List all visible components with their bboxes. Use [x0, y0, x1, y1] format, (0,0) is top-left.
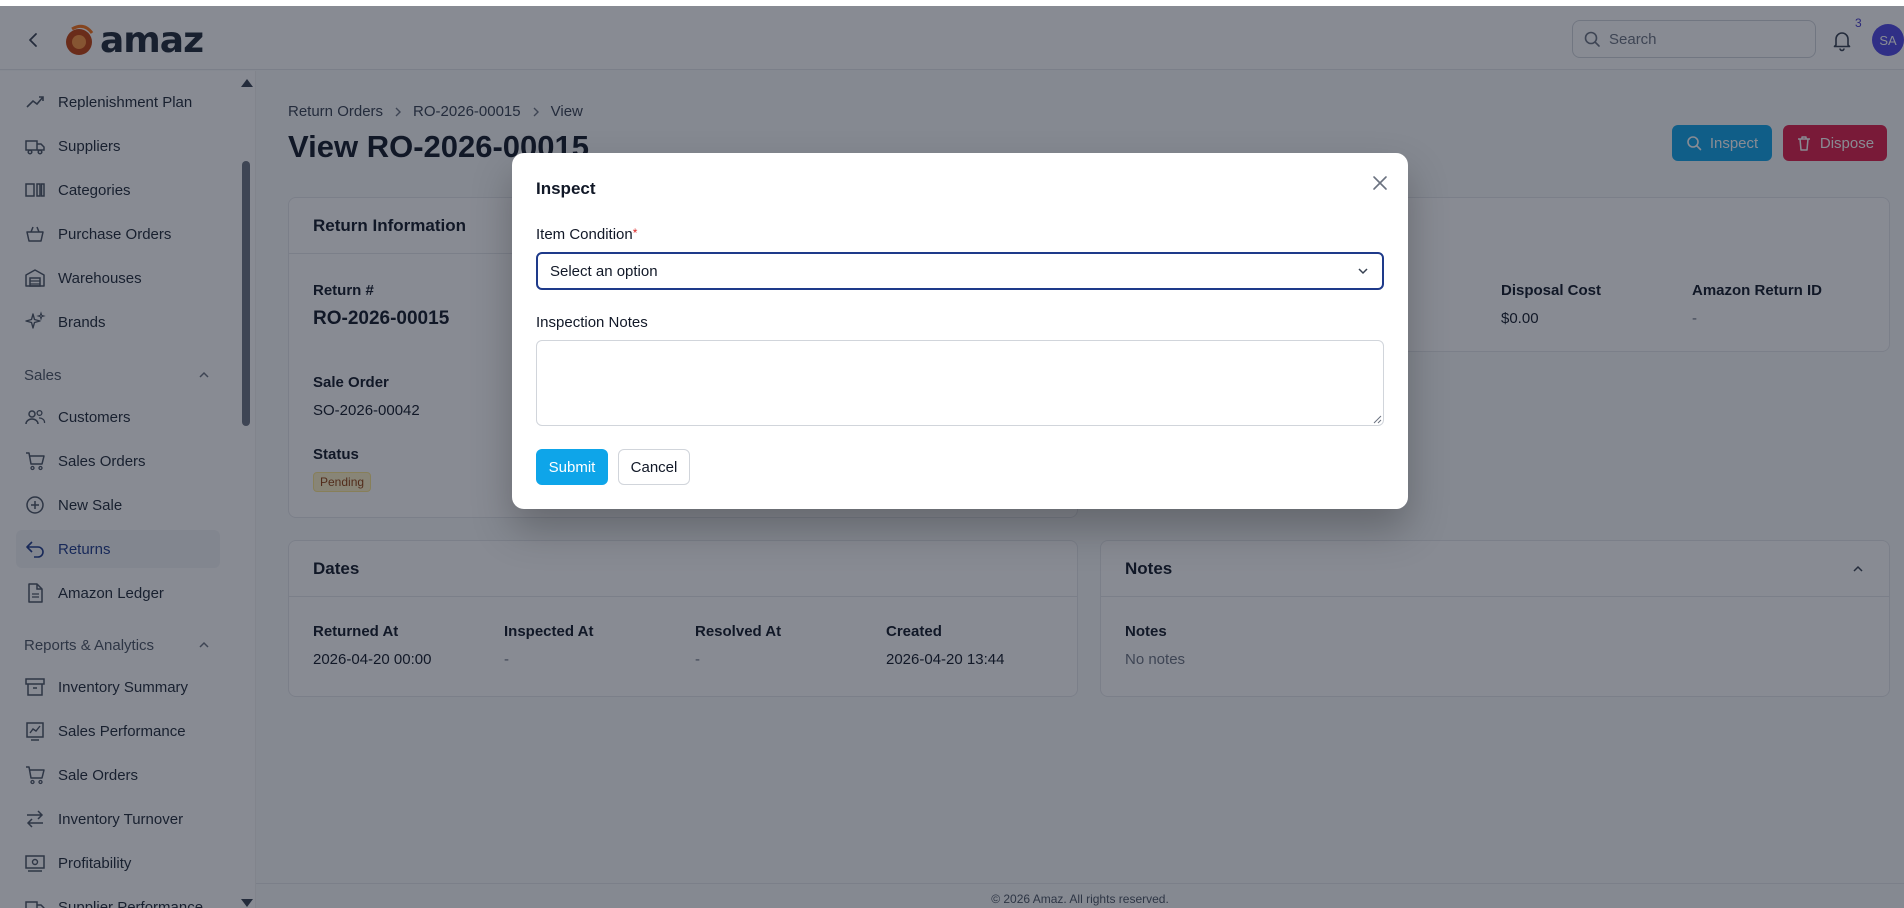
item-condition-selected-value: Select an option — [550, 262, 658, 280]
modal-title: Inspect — [536, 179, 596, 198]
inspection-notes-label: Inspection Notes — [536, 314, 648, 331]
cancel-button[interactable]: Cancel — [618, 449, 690, 485]
submit-button[interactable]: Submit — [536, 449, 608, 485]
item-condition-select[interactable]: Select an option — [536, 252, 1384, 290]
item-condition-label: Item Condition* — [536, 226, 637, 243]
item-condition-label-text: Item Condition — [536, 226, 633, 243]
inspect-modal: Inspect Item Condition* Select an option… — [512, 153, 1408, 509]
chevron-down-icon — [1358, 268, 1368, 275]
required-mark: * — [632, 226, 638, 240]
resize-handle-icon[interactable] — [1372, 414, 1382, 424]
close-icon[interactable] — [1368, 171, 1392, 195]
inspection-notes-textarea[interactable] — [536, 340, 1384, 426]
